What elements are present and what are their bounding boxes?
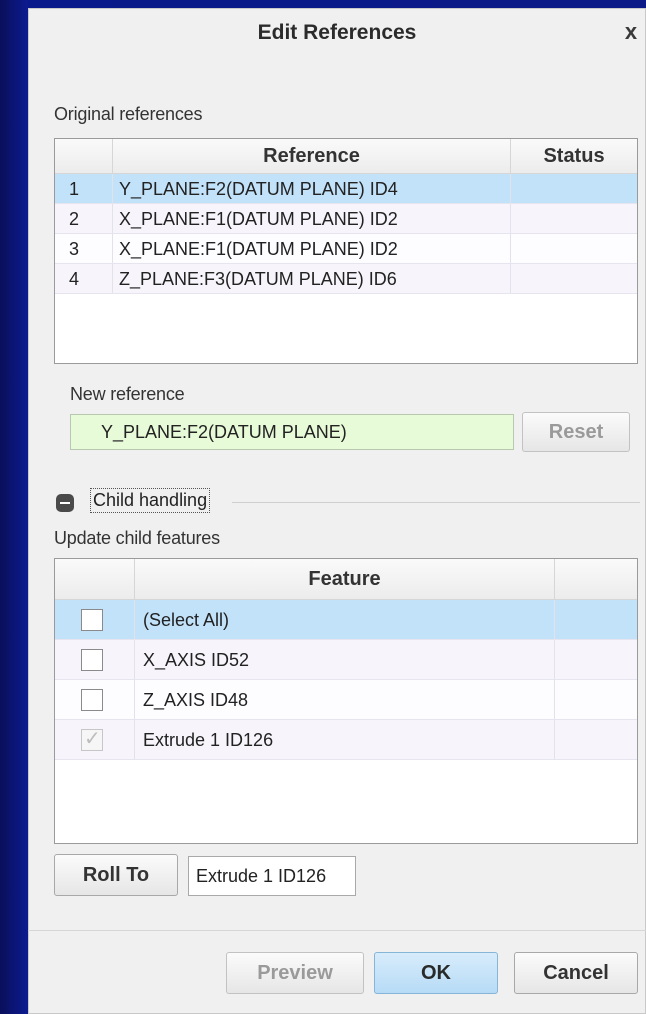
- feature-checkbox: ✓: [81, 728, 103, 751]
- table-row[interactable]: 2 X_PLANE:F1(DATUM PLANE) ID2: [55, 204, 637, 234]
- child-features-table[interactable]: Feature (Select All) X_AXIS ID52 Z_AXIS …: [54, 558, 638, 844]
- reference-cell: Y_PLANE:F2(DATUM PLANE) ID4: [113, 174, 511, 203]
- status-cell: [511, 234, 637, 263]
- check-cell: [55, 640, 135, 679]
- row-index: 1: [55, 174, 113, 203]
- status-cell: [511, 174, 637, 203]
- reference-cell: X_PLANE:F1(DATUM PLANE) ID2: [113, 204, 511, 233]
- child-handling-toggle[interactable]: Child handling: [90, 488, 211, 513]
- roll-to-field[interactable]: Extrude 1 ID126: [188, 856, 356, 896]
- preview-button[interactable]: Preview: [226, 952, 364, 994]
- table-row[interactable]: 4 Z_PLANE:F3(DATUM PLANE) ID6: [55, 264, 637, 294]
- original-references-table[interactable]: Reference Status 1 Y_PLANE:F2(DATUM PLAN…: [54, 138, 638, 364]
- new-reference-label: New reference: [70, 384, 185, 404]
- update-child-features-label: Update child features: [54, 528, 220, 548]
- cancel-button[interactable]: Cancel: [514, 952, 638, 994]
- column-header-index: [55, 139, 113, 173]
- column-header-feature[interactable]: Feature: [135, 559, 555, 599]
- reference-cell: Z_PLANE:F3(DATUM PLANE) ID6: [113, 264, 511, 293]
- extra-cell: [555, 640, 637, 679]
- extra-cell: [555, 680, 637, 719]
- feature-cell: Extrude 1 ID126: [135, 720, 555, 759]
- roll-to-button[interactable]: Roll To: [54, 854, 178, 896]
- row-index: 4: [55, 264, 113, 293]
- dialog-titlebar: Edit References x: [28, 8, 646, 58]
- feature-cell: X_AXIS ID52: [135, 640, 555, 679]
- dialog-title: Edit References: [257, 21, 417, 44]
- table-header: Feature: [55, 559, 637, 600]
- feature-checkbox[interactable]: [81, 689, 103, 711]
- feature-checkbox[interactable]: [81, 649, 103, 671]
- table-row[interactable]: 3 X_PLANE:F1(DATUM PLANE) ID2: [55, 234, 637, 264]
- desktop-background: [0, 0, 28, 1014]
- collapse-icon[interactable]: [56, 494, 74, 512]
- table-row[interactable]: 1 Y_PLANE:F2(DATUM PLANE) ID4: [55, 174, 637, 204]
- column-header-check: [55, 559, 135, 599]
- checkmark-icon: ✓: [84, 728, 101, 750]
- status-cell: [511, 264, 637, 293]
- table-row[interactable]: X_AXIS ID52: [55, 640, 637, 680]
- feature-cell: Z_AXIS ID48: [135, 680, 555, 719]
- extra-cell: [555, 600, 637, 639]
- extra-cell: [555, 720, 637, 759]
- table-row[interactable]: (Select All): [55, 600, 637, 640]
- status-cell: [511, 204, 637, 233]
- reference-cell: X_PLANE:F1(DATUM PLANE) ID2: [113, 234, 511, 263]
- table-header: Reference Status: [55, 139, 637, 174]
- feature-cell: (Select All): [135, 600, 555, 639]
- select-all-checkbox[interactable]: [81, 609, 103, 631]
- check-cell: [55, 600, 135, 639]
- footer-divider: [28, 930, 646, 931]
- section-divider: [232, 502, 640, 503]
- original-references-label: Original references: [54, 104, 203, 124]
- column-header-status[interactable]: Status: [511, 139, 637, 173]
- close-icon[interactable]: x: [618, 18, 644, 46]
- ok-button[interactable]: OK: [374, 952, 498, 994]
- edit-references-dialog: Edit References x Original references Re…: [28, 8, 646, 1014]
- reset-button[interactable]: Reset: [522, 412, 630, 452]
- check-cell: ✓: [55, 720, 135, 759]
- column-header-reference[interactable]: Reference: [113, 139, 511, 173]
- table-row[interactable]: ✓ Extrude 1 ID126: [55, 720, 637, 760]
- row-index: 3: [55, 234, 113, 263]
- new-reference-field[interactable]: Y_PLANE:F2(DATUM PLANE): [70, 414, 514, 450]
- column-header-extra: [555, 559, 637, 599]
- row-index: 2: [55, 204, 113, 233]
- check-cell: [55, 680, 135, 719]
- table-row[interactable]: Z_AXIS ID48: [55, 680, 637, 720]
